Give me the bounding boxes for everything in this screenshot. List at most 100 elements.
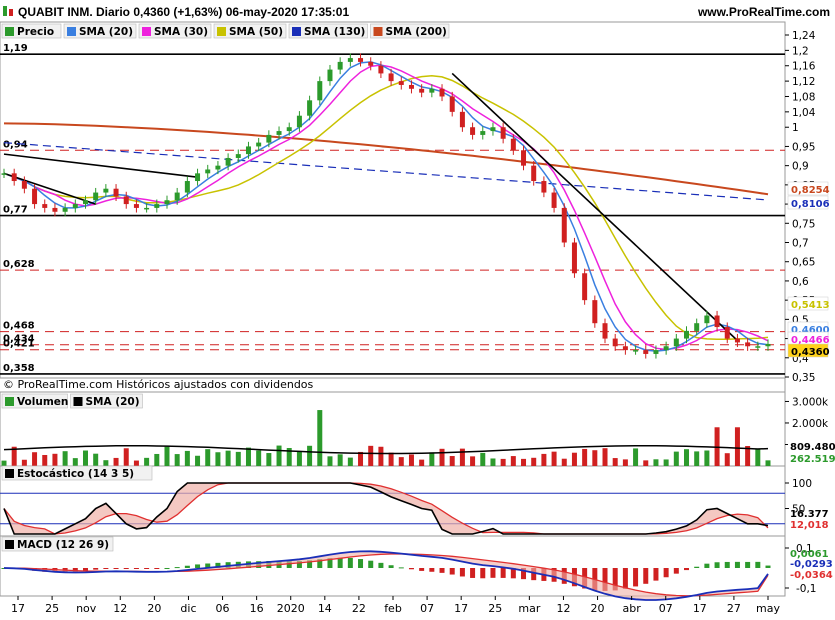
macd-histogram-bar <box>408 568 414 570</box>
candle-body <box>307 100 313 116</box>
candle-body <box>500 127 506 139</box>
candle-body <box>358 58 364 62</box>
macd-axis: 0,1-0,10,0061-0,0293-0,0364 <box>785 543 833 595</box>
date-tick-label: nov <box>76 602 97 615</box>
candle-body <box>551 192 557 208</box>
axis-tick-label: 3.000k <box>792 396 829 408</box>
volume-bar <box>72 458 78 466</box>
axis-tick-label: 0,75 <box>792 218 815 230</box>
candle-body <box>205 169 211 174</box>
legend-swatch <box>142 27 151 36</box>
volume-bar <box>429 452 435 466</box>
candle-body <box>93 192 99 201</box>
volume-bar <box>296 451 302 466</box>
candle-body <box>561 207 567 243</box>
candle-body <box>388 73 394 82</box>
candle-body <box>480 131 486 135</box>
candle-body <box>82 200 88 205</box>
volume-bar <box>571 452 577 466</box>
candle-body <box>154 204 160 208</box>
site-label[interactable]: www.ProRealTime.com <box>697 5 830 19</box>
candlestick-icon <box>3 6 7 16</box>
candle-body <box>276 131 282 135</box>
legend-swatch <box>67 27 76 36</box>
candle-body <box>704 315 710 324</box>
volume-bar <box>184 450 190 466</box>
price-panel <box>1 53 771 359</box>
price-legend: Precio SMA (20) SMA (30) SMA (50) SMA (130) S… <box>1 23 450 39</box>
volume-bar <box>551 451 557 466</box>
axis-tick-label: 0,95 <box>792 141 815 153</box>
axis-tick-label: 1,08 <box>792 91 815 103</box>
candle-body <box>633 350 639 352</box>
stock-chart: QUABIT INM. Diario 0,4360 (+1,63%) 06-ma… <box>0 0 835 615</box>
volume-bar <box>388 452 394 466</box>
candle-body <box>133 204 139 208</box>
level-label: 0,94 <box>3 139 28 150</box>
volume-bar <box>419 459 425 466</box>
candle-body <box>449 96 455 112</box>
axis-tick-label: 1,2 <box>792 45 809 57</box>
sma-30-line <box>3 64 769 351</box>
candle-body <box>174 192 180 201</box>
date-tick-label: 25 <box>45 602 59 615</box>
macd-histogram-bar <box>164 567 170 569</box>
volume-bar <box>62 451 68 466</box>
candle-body <box>602 323 608 339</box>
volume-bar <box>21 459 27 466</box>
candle-body <box>541 181 547 193</box>
candle-body <box>755 346 761 348</box>
date-tick-label: dic <box>180 602 196 615</box>
candle-body <box>663 346 669 351</box>
value-tag-text: 0,5413 <box>791 300 830 311</box>
volume-bar <box>490 458 496 466</box>
macd-histogram-bar <box>480 568 486 579</box>
volume-axis: 3.000k2.000k1.000k809.480262.519 <box>785 396 835 465</box>
legend-swatch <box>73 397 83 406</box>
candle-body <box>490 127 496 132</box>
horizontal-levels: 1,190,940,770,6280,4680,4340,4210,358 <box>0 43 785 375</box>
volume-bar <box>317 410 323 466</box>
value-tag-text: 262.519 <box>790 454 835 465</box>
volume-bar <box>123 448 129 466</box>
macd-histogram-bar <box>734 561 740 568</box>
axis-tick-label: 0,35 <box>792 372 815 384</box>
volume-bar <box>133 460 139 466</box>
candle-body <box>643 350 649 354</box>
volume-bar <box>398 457 404 466</box>
macd-histogram-bar <box>429 568 435 572</box>
date-tick-label: may <box>756 602 780 615</box>
date-tick-label: 06 <box>216 602 230 615</box>
sma-20-line <box>3 61 769 352</box>
value-tag-text: 12,018 <box>790 520 829 531</box>
volume-bar <box>684 449 690 466</box>
axis-tick-label: 1 <box>792 122 799 134</box>
volume-bar <box>144 457 150 466</box>
volume-bar <box>663 459 669 466</box>
candle-body <box>164 200 170 205</box>
macd-histogram-bar <box>449 568 455 575</box>
header-title-group: QUABIT INM. Diario 0,4360 (+1,63%) 06-ma… <box>3 5 349 19</box>
axis-tick-label: 100 <box>792 478 812 490</box>
date-tick-label: feb <box>384 602 402 615</box>
candle-body <box>225 157 231 166</box>
legend-label: Estocástico (14 3 5) <box>17 468 134 480</box>
date-tick-label: 17 <box>454 602 468 615</box>
volume-bar <box>93 453 99 466</box>
level-label: 0,468 <box>3 321 35 332</box>
macd-histogram-bar <box>144 568 150 569</box>
date-tick-label: 27 <box>727 602 741 615</box>
stoch-fill <box>4 483 768 534</box>
volume-bar <box>32 452 38 466</box>
legend-swatch <box>217 27 226 36</box>
macd-histogram-bar <box>154 568 160 569</box>
date-tick-label: abr <box>623 602 642 615</box>
macd-histogram-bar <box>470 568 476 578</box>
candle-body <box>256 142 262 147</box>
volume-bar <box>561 458 567 466</box>
candle-body <box>673 338 679 347</box>
macd-histogram-bar <box>500 568 506 578</box>
volume-bar <box>256 450 262 466</box>
macd-histogram-bar <box>714 562 720 568</box>
volume-panel <box>1 410 771 466</box>
